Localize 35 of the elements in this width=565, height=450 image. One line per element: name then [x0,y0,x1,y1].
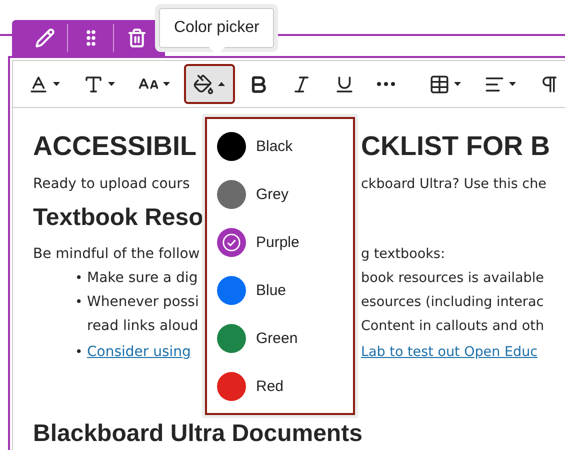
underline-icon [334,74,355,94]
paragraph-text: Content in callouts and oth [361,318,546,334]
heading: CKLIST FOR B [361,131,551,162]
more-icon [377,82,395,86]
heading: Textbook Reso [33,204,204,232]
link[interactable]: Consider using [87,344,191,360]
paragraph-text: read links aloud [87,318,198,334]
text-style-icon [28,74,49,94]
color-button[interactable] [184,64,235,104]
paragraph-text: Ready to upload cours [33,176,190,192]
bullet: • [75,295,84,310]
paragraph-text: Whenever possi [87,294,199,310]
caret-icon [162,81,171,87]
caret-icon [508,81,517,87]
caret-icon [107,81,116,87]
check-circle-icon [222,232,241,252]
paint-bucket-icon [193,74,214,94]
caret-icon [217,81,226,87]
heading: Blackboard Ultra Documents [33,420,362,448]
heading: ACCESSIBIL [33,131,197,162]
bullet: • [75,271,84,286]
paragraph-text: ckboard Ultra? Use this che [361,176,548,192]
paragraph-text: Make sure a dig [87,270,198,286]
pencil-icon [34,28,54,48]
paragraph-text: book resources is available [361,270,545,286]
paragraph-text: esources (including interac [361,294,545,310]
paragraph-text: Be mindful of the follow [33,246,200,262]
caret-icon [52,81,61,87]
trash-icon [127,28,147,48]
link[interactable]: Lab to test out Open Educ [361,344,565,360]
bullet: • [75,345,84,360]
table-icon [429,74,450,94]
paragraph-text: g textbooks: [361,246,446,262]
caret-icon [453,81,462,87]
text-type-icon [83,74,104,94]
